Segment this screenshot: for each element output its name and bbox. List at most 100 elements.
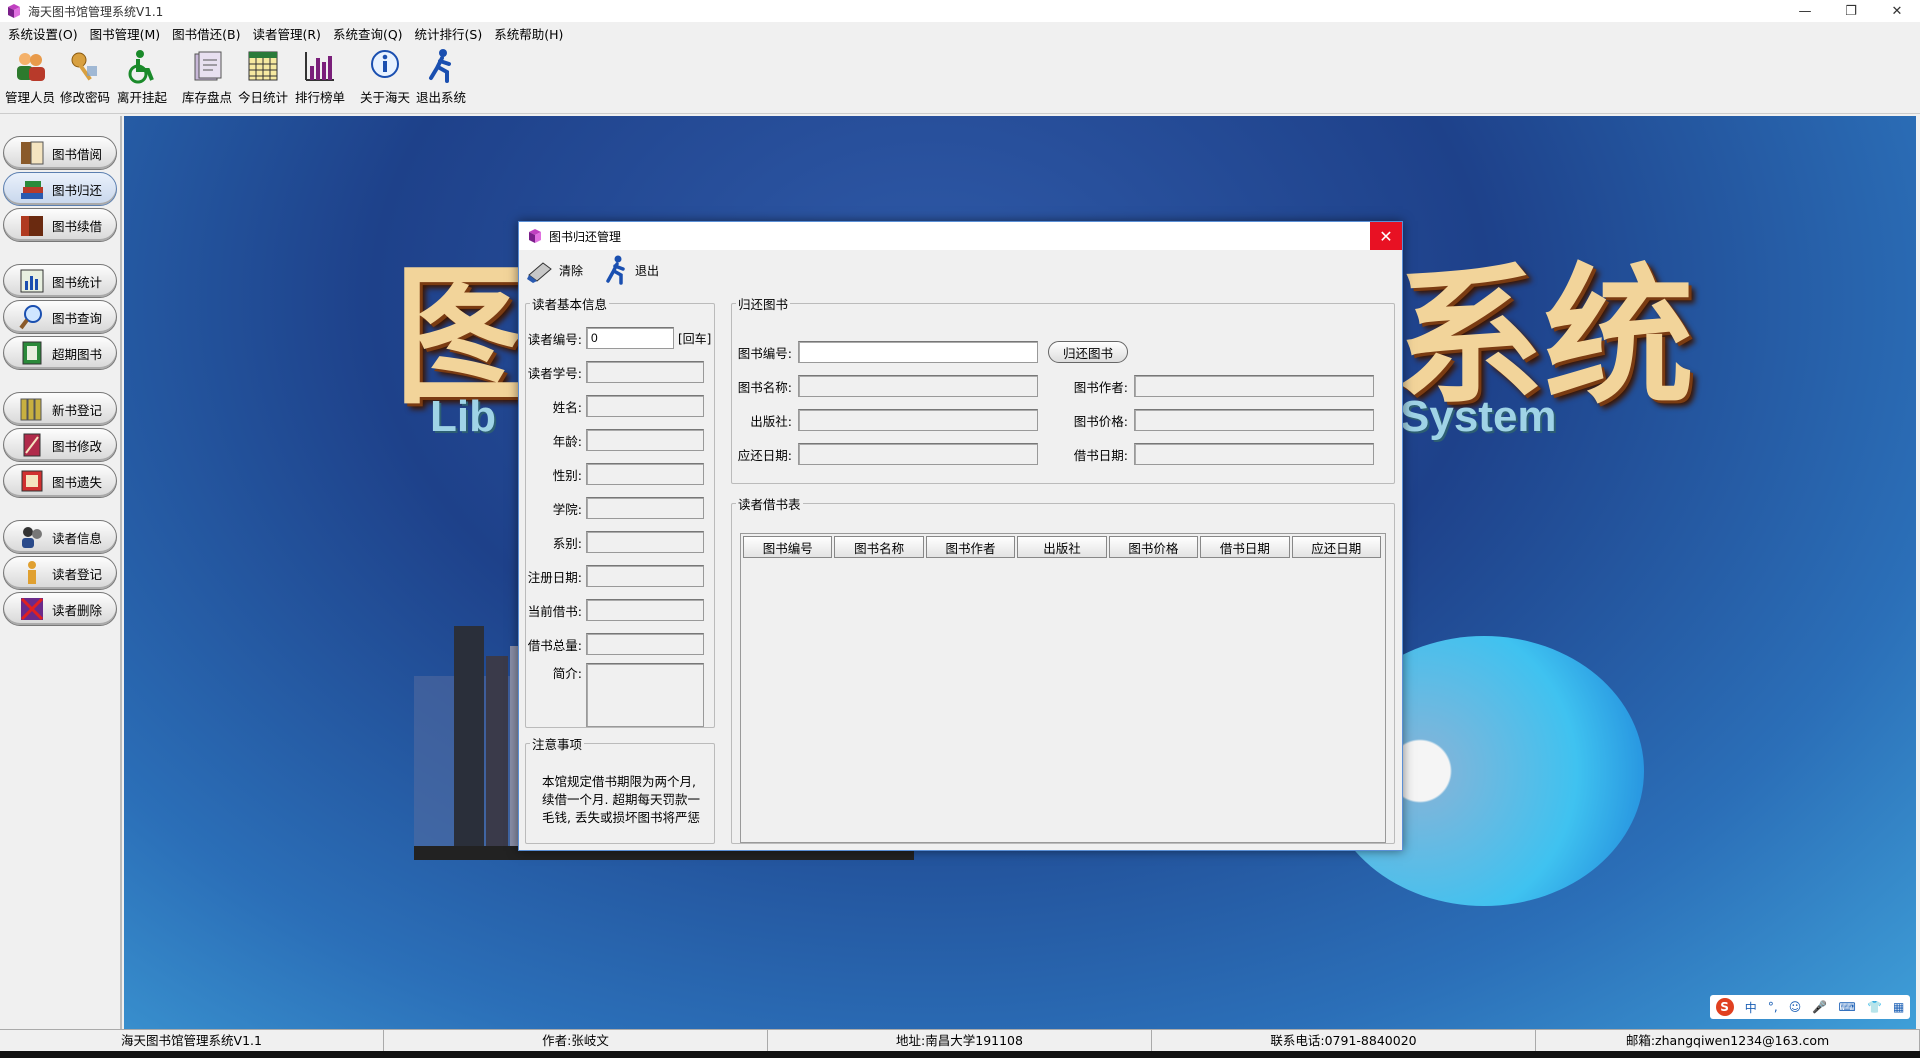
reader-register-date-row: 注册日期: <box>526 565 704 587</box>
clear-button[interactable]: 清除 <box>525 255 583 285</box>
status-address: 地址:南昌大学191108 <box>768 1030 1152 1051</box>
book-return-icon <box>21 181 43 199</box>
reader-college-field[interactable] <box>586 497 704 519</box>
book-name-field[interactable] <box>798 375 1038 397</box>
toolbar-about-button[interactable]: 关于海天 <box>355 48 415 106</box>
clear-icon <box>527 262 552 283</box>
book-author-field[interactable] <box>1134 375 1374 397</box>
publisher-field[interactable] <box>798 409 1038 431</box>
toolbar-ranking-button[interactable]: 排行榜单 <box>290 48 350 106</box>
due-date-row: 应还日期: <box>732 443 1038 465</box>
reader-info-icon <box>22 527 42 548</box>
reader-department-field[interactable] <box>586 531 704 553</box>
menu-statistics[interactable]: 统计排行(S) <box>415 24 483 43</box>
exit-runner-icon <box>606 255 625 285</box>
column-header-book-name[interactable]: 图书名称 <box>834 536 924 558</box>
reader-delete-icon <box>20 597 44 621</box>
main-toolbar: 管理人员 修改密码 离开挂起 库存盘点 今日统计 排行榜单 关于海天 退出系统 <box>0 44 1920 114</box>
sidebar-item-new-book-register[interactable]: 新书登记 <box>3 392 117 426</box>
column-header-due-date[interactable]: 应还日期 <box>1291 536 1381 558</box>
book-id-input[interactable] <box>798 341 1038 363</box>
sidebar-item-book-stats[interactable]: 图书统计 <box>3 264 117 298</box>
ime-skin-icon[interactable]: 👕 <box>1867 1000 1882 1014</box>
column-header-book-author[interactable]: 图书作者 <box>925 536 1016 558</box>
toolbar-today-stats-button[interactable]: 今日统计 <box>233 48 293 106</box>
book-id-row: 图书编号: 归还图书 <box>732 341 1128 363</box>
calendar-icon <box>248 51 278 81</box>
dialog-toolbar: 清除 退出 <box>519 250 1402 290</box>
ime-chinese-toggle[interactable]: 中 <box>1745 999 1757 1016</box>
column-header-publisher[interactable]: 出版社 <box>1017 536 1107 558</box>
ime-keyboard-icon[interactable]: ⌨ <box>1839 1000 1856 1014</box>
key-icon <box>71 52 97 81</box>
borrow-table[interactable]: 图书编号 图书名称 图书作者 出版社 图书价格 借书日期 应还日期 <box>740 533 1386 843</box>
status-bar: 海天图书馆管理系统V1.1 作者:张岐文 地址:南昌大学191108 联系电话:… <box>0 1029 1920 1051</box>
sidebar-item-overdue-books[interactable]: 超期图书 <box>3 336 117 370</box>
info-icon <box>371 50 399 78</box>
column-header-borrow-date[interactable]: 借书日期 <box>1200 536 1290 558</box>
toolbar-admin-button[interactable]: 管理人员 <box>0 48 60 106</box>
sidebar-item-book-renew[interactable]: 图书续借 <box>3 208 117 242</box>
ime-menu-icon[interactable]: ▦ <box>1893 1000 1904 1014</box>
sidebar-item-reader-info[interactable]: 读者信息 <box>3 520 117 554</box>
reader-gender-row: 性别: <box>526 463 704 485</box>
sidebar-item-book-return[interactable]: 图书归还 <box>3 172 117 206</box>
reader-info-group: 读者基本信息 读者编号: [回车] 读者学号: 姓名: 年龄: 性别: 学院: … <box>525 294 715 728</box>
reader-age-row: 年龄: <box>526 429 704 451</box>
notice-group: 注意事项 本馆规定借书期限为两个月,续借一个月. 超期每天罚款一毛钱, 丢失或损… <box>525 734 715 844</box>
new-book-icon <box>20 398 42 421</box>
dialog-exit-button[interactable]: 退出 <box>601 255 659 285</box>
reader-age-field[interactable] <box>586 429 704 451</box>
toolbar-exit-button[interactable]: 退出系统 <box>411 48 471 106</box>
reader-name-field[interactable] <box>586 395 704 417</box>
reader-borrow-list-group: 读者借书表 图书编号 图书名称 图书作者 出版社 图书价格 借书日期 应还日期 <box>731 494 1395 844</box>
restore-button[interactable]: ❐ <box>1828 0 1874 22</box>
toolbar-change-password-button[interactable]: 修改密码 <box>55 48 115 106</box>
menu-help[interactable]: 系统帮助(H) <box>494 24 563 43</box>
exit-runner-icon <box>429 49 451 83</box>
reader-intro-field[interactable] <box>586 663 704 727</box>
menu-system-settings[interactable]: 系统设置(O) <box>8 24 78 43</box>
reader-college-row: 学院: <box>526 497 704 519</box>
sidebar-item-book-borrow[interactable]: 图书借阅 <box>3 136 117 170</box>
reader-total-borrow-field[interactable] <box>586 633 704 655</box>
reader-id-input[interactable] <box>586 327 674 349</box>
ime-toolbar: S 中 °, ☺ 🎤 ⌨ 👕 ▦ <box>1710 995 1910 1019</box>
menu-reader-management[interactable]: 读者管理(R) <box>252 24 320 43</box>
ime-logo-icon[interactable]: S <box>1715 998 1734 1016</box>
toolbar-inventory-button[interactable]: 库存盘点 <box>177 48 237 106</box>
reader-gender-field[interactable] <box>586 463 704 485</box>
background-subtitle-left: Lib <box>430 392 496 441</box>
due-date-field[interactable] <box>798 443 1038 465</box>
menu-book-management[interactable]: 图书管理(M) <box>90 24 161 43</box>
column-header-book-id[interactable]: 图书编号 <box>743 536 833 558</box>
reader-student-no-field[interactable] <box>586 361 704 383</box>
column-header-book-price[interactable]: 图书价格 <box>1108 536 1199 558</box>
book-renew-icon <box>21 216 43 236</box>
app-book-icon <box>8 4 20 18</box>
reader-intro-row: 简介: <box>526 663 704 727</box>
sidebar-item-book-query[interactable]: 图书查询 <box>3 300 117 334</box>
sidebar-item-reader-delete[interactable]: 读者删除 <box>3 592 117 626</box>
toolbar-suspend-button[interactable]: 离开挂起 <box>112 48 172 106</box>
minimize-button[interactable]: — <box>1782 0 1828 22</box>
sidebar-item-book-lost[interactable]: 图书遗失 <box>3 464 117 498</box>
ime-emoji-icon[interactable]: ☺ <box>1789 1000 1802 1014</box>
sidebar-item-book-edit[interactable]: 图书修改 <box>3 428 117 462</box>
wheelchair-icon <box>128 50 154 84</box>
sidebar-item-reader-register[interactable]: 读者登记 <box>3 556 117 590</box>
return-book-button[interactable]: 归还图书 <box>1048 341 1128 363</box>
reader-current-borrow-field[interactable] <box>586 599 704 621</box>
borrow-date-field[interactable] <box>1134 443 1374 465</box>
menu-book-borrow-return[interactable]: 图书借还(B) <box>172 24 240 43</box>
status-email: 邮箱:zhangqiwen1234@163.com <box>1536 1030 1920 1051</box>
book-edit-icon <box>23 433 41 457</box>
reader-department-row: 系别: <box>526 531 704 553</box>
menu-system-query[interactable]: 系统查询(Q) <box>333 24 403 43</box>
book-price-field[interactable] <box>1134 409 1374 431</box>
close-window-button[interactable]: ✕ <box>1874 0 1920 22</box>
ime-punctuation-icon[interactable]: °, <box>1768 1000 1778 1014</box>
reader-register-date-field[interactable] <box>586 565 704 587</box>
dialog-close-button[interactable]: ✕ <box>1370 222 1402 250</box>
ime-voice-icon[interactable]: 🎤 <box>1812 1000 1827 1014</box>
